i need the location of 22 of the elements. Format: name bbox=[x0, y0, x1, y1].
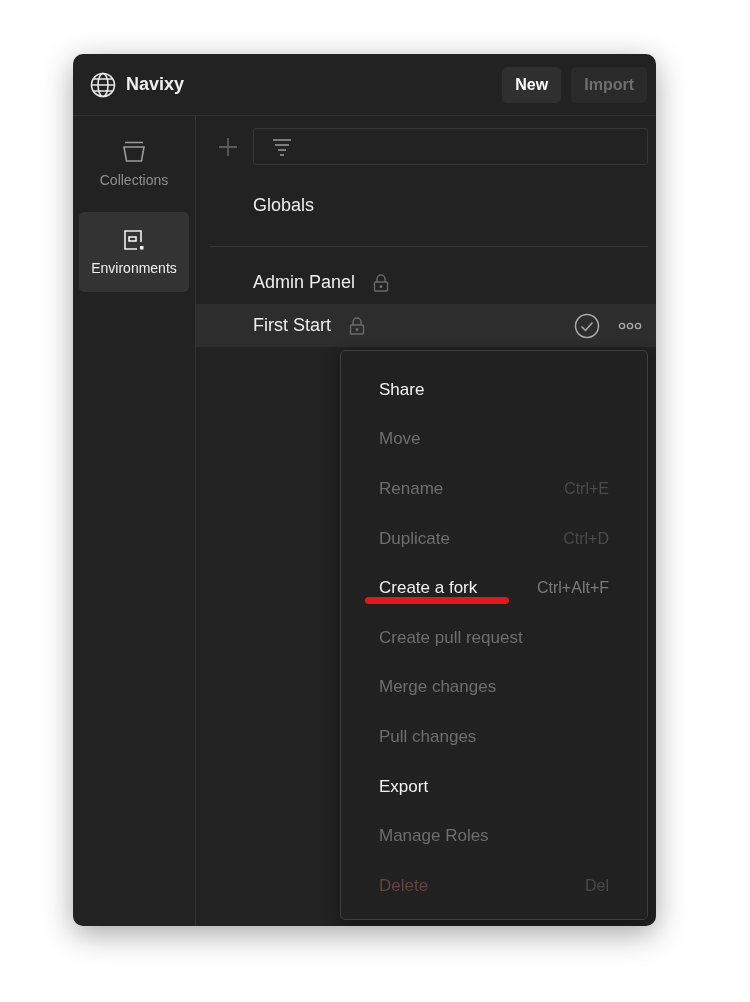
sidebar-item[interactable]: Collections bbox=[79, 124, 189, 204]
menu-item[interactable]: Create a fork Ctrl+Alt+F bbox=[341, 563, 647, 613]
filter-field[interactable] bbox=[253, 128, 648, 165]
environment-name: First Start bbox=[253, 315, 331, 336]
header-button[interactable]: New bbox=[502, 66, 562, 103]
shortcut-label: Ctrl+Alt+F bbox=[537, 579, 609, 598]
menu-item[interactable]: Share bbox=[341, 365, 647, 415]
environment-name: Admin Panel bbox=[253, 272, 356, 293]
more-icon[interactable] bbox=[618, 321, 642, 330]
bucket-icon bbox=[122, 140, 146, 164]
environment-row[interactable]: First Start bbox=[196, 304, 656, 347]
sidebar-item[interactable]: Environments bbox=[79, 212, 189, 292]
app-title: Navixy bbox=[126, 74, 186, 95]
filter-icon bbox=[272, 136, 292, 157]
menu-item[interactable]: Export bbox=[341, 761, 647, 812]
sidebar-label: Environments bbox=[91, 260, 177, 276]
environment-icon bbox=[122, 228, 146, 252]
globals-item[interactable]: Globals bbox=[210, 165, 648, 247]
environment-row[interactable]: Admin Panel bbox=[196, 261, 656, 304]
check-circle-icon[interactable] bbox=[574, 312, 600, 339]
sidebar-label: Collections bbox=[99, 172, 169, 188]
globe-icon bbox=[90, 71, 116, 98]
